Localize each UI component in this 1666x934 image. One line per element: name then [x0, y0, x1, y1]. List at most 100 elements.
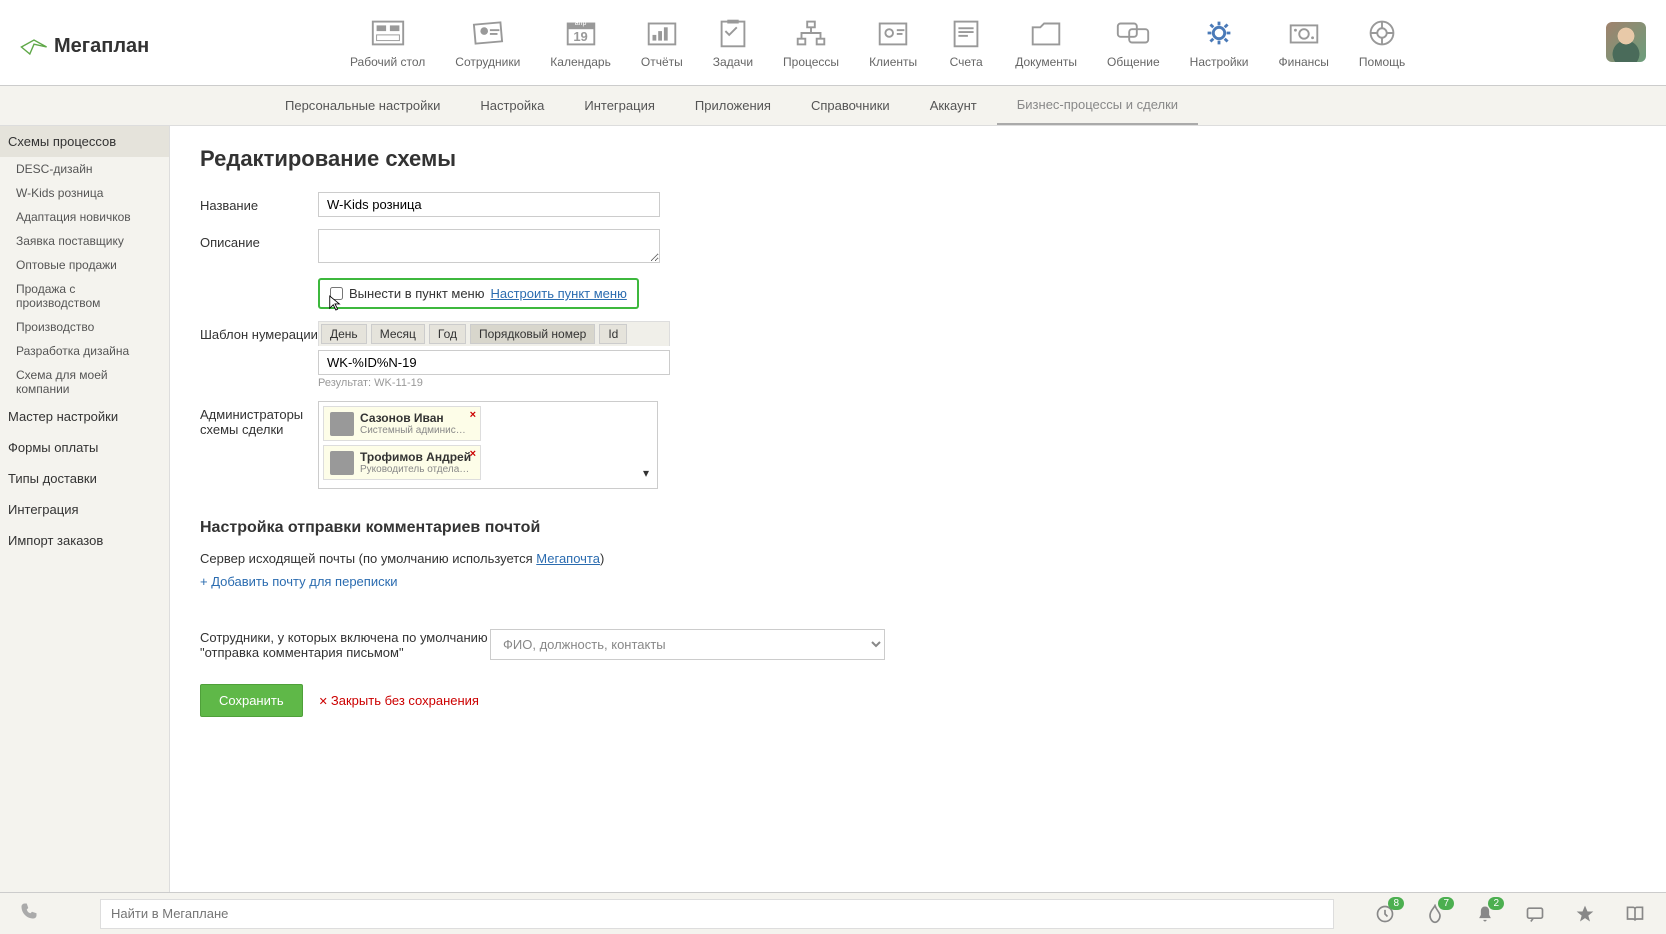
- side-sub-design[interactable]: Разработка дизайна: [0, 339, 169, 363]
- side-sub-supplier[interactable]: Заявка поставщику: [0, 229, 169, 253]
- main: Схемы процессов DESC-дизайн W-Kids розни…: [0, 126, 1666, 892]
- tag-id[interactable]: Id: [599, 324, 627, 344]
- bell-icon[interactable]: 2: [1474, 903, 1496, 925]
- emp-label: Сотрудники, у которых включена по умолча…: [200, 630, 490, 660]
- nav-tasks[interactable]: Задачи: [713, 17, 753, 77]
- num-input[interactable]: [318, 350, 670, 375]
- emp-select[interactable]: ФИО, должность, контакты: [490, 629, 885, 660]
- nav-label: Счета: [950, 55, 983, 69]
- name-input[interactable]: [318, 192, 660, 217]
- save-button[interactable]: Сохранить: [200, 684, 303, 717]
- chevron-down-icon[interactable]: ▾: [643, 466, 649, 480]
- nav-reports[interactable]: Отчёты: [641, 17, 683, 77]
- gear-icon: [1200, 17, 1238, 49]
- subnav-config[interactable]: Настройка: [460, 86, 564, 125]
- side-sub-adapt[interactable]: Адаптация новичков: [0, 205, 169, 229]
- subnav-integration[interactable]: Интеграция: [564, 86, 675, 125]
- admin-role: Руководитель отдела пр...: [360, 464, 470, 475]
- employees-icon: [469, 17, 507, 49]
- side-payforms[interactable]: Формы оплаты: [0, 432, 169, 463]
- logo-icon: [20, 37, 48, 57]
- subnav: Персональные настройки Настройка Интегра…: [0, 86, 1666, 126]
- user-avatar[interactable]: [1606, 22, 1646, 62]
- star-icon[interactable]: [1574, 903, 1596, 925]
- admin-name: Трофимов Андрей: [360, 450, 471, 464]
- documents-icon: [1027, 17, 1065, 49]
- clients-icon: [874, 17, 912, 49]
- content: Редактирование схемы Название Описание В…: [170, 126, 1666, 892]
- side-master[interactable]: Мастер настройки: [0, 401, 169, 432]
- nav-label: Общение: [1107, 55, 1160, 69]
- subnav-account[interactable]: Аккаунт: [910, 86, 997, 125]
- side-sub-desc[interactable]: DESC-дизайн: [0, 157, 169, 181]
- fire-icon[interactable]: 7: [1424, 903, 1446, 925]
- search-input[interactable]: [111, 906, 1323, 921]
- tag-year[interactable]: Год: [429, 324, 466, 344]
- dashboard-icon: [369, 17, 407, 49]
- avatar: [330, 412, 354, 436]
- nav-label: Отчёты: [641, 55, 683, 69]
- desc-input[interactable]: [318, 229, 660, 263]
- nav-calendar[interactable]: апр19Календарь: [550, 17, 611, 77]
- side-sub-wkids[interactable]: W-Kids розница: [0, 181, 169, 205]
- nav-processes[interactable]: Процессы: [783, 17, 839, 77]
- remove-icon[interactable]: ×: [470, 409, 476, 421]
- remove-icon[interactable]: ×: [470, 448, 476, 460]
- menu-config-link[interactable]: Настроить пункт меню: [490, 286, 626, 301]
- nav-settings[interactable]: Настройки: [1190, 17, 1249, 77]
- side-delivery[interactable]: Типы доставки: [0, 463, 169, 494]
- nav-help[interactable]: Помощь: [1359, 17, 1405, 77]
- nav-label: Документы: [1015, 55, 1077, 69]
- bottombar-icons: 8 7 2: [1374, 903, 1646, 925]
- search-area[interactable]: [100, 899, 1334, 929]
- menu-checkbox[interactable]: [330, 287, 343, 300]
- side-sub-company[interactable]: Схема для моей компании: [0, 363, 169, 401]
- nav-label: Календарь: [550, 55, 611, 69]
- side-sub-salesprod[interactable]: Продажа с производством: [0, 277, 169, 315]
- side-schemes[interactable]: Схемы процессов: [0, 126, 169, 157]
- admin-card: Трофимов Андрей Руководитель отдела пр..…: [323, 445, 481, 480]
- subnav-bpdeals[interactable]: Бизнес-процессы и сделки: [997, 86, 1198, 125]
- admins-box[interactable]: Сазонов Иван Системный администратор × Т…: [318, 401, 658, 489]
- chat-icon: [1114, 17, 1152, 49]
- nav-label: Задачи: [713, 55, 753, 69]
- message-icon[interactable]: [1524, 903, 1546, 925]
- help-icon: [1363, 17, 1401, 49]
- nav-invoices[interactable]: Счета: [947, 17, 985, 77]
- nav-employees[interactable]: Сотрудники: [455, 17, 520, 77]
- tag-seq[interactable]: Порядковый номер: [470, 324, 595, 344]
- label-numbering: Шаблон нумерации: [200, 321, 318, 342]
- side-sub-prod[interactable]: Производство: [0, 315, 169, 339]
- tag-day[interactable]: День: [321, 324, 367, 344]
- megapochta-link[interactable]: Мегапочта: [536, 551, 600, 566]
- subnav-dicts[interactable]: Справочники: [791, 86, 910, 125]
- nav-label: Финансы: [1279, 55, 1329, 69]
- num-tags: День Месяц Год Порядковый номер Id: [318, 321, 670, 346]
- label-desc: Описание: [200, 229, 318, 250]
- processes-icon: [792, 17, 830, 49]
- tag-month[interactable]: Месяц: [371, 324, 425, 344]
- nav-finance[interactable]: Финансы: [1279, 17, 1329, 77]
- clock-icon[interactable]: 8: [1374, 903, 1396, 925]
- label-name: Название: [200, 192, 318, 213]
- badge: 7: [1438, 897, 1454, 910]
- subnav-personal[interactable]: Персональные настройки: [265, 86, 460, 125]
- cancel-link[interactable]: Закрыть без сохранения: [319, 693, 479, 708]
- nav-documents[interactable]: Документы: [1015, 17, 1077, 77]
- subnav-apps[interactable]: Приложения: [675, 86, 791, 125]
- mail-section-title: Настройка отправки комментариев почтой: [200, 519, 1636, 537]
- side-integr[interactable]: Интеграция: [0, 494, 169, 525]
- book-icon[interactable]: [1624, 903, 1646, 925]
- badge: 2: [1488, 897, 1504, 910]
- side-import[interactable]: Импорт заказов: [0, 525, 169, 556]
- nav-clients[interactable]: Клиенты: [869, 17, 917, 77]
- side-sub-wholesale[interactable]: Оптовые продажи: [0, 253, 169, 277]
- nav-chat[interactable]: Общение: [1107, 17, 1160, 77]
- nav-label: Сотрудники: [455, 55, 520, 69]
- nav-label: Настройки: [1190, 55, 1249, 69]
- reports-icon: [643, 17, 681, 49]
- admin-name: Сазонов Иван: [360, 411, 470, 425]
- add-mail-link[interactable]: + Добавить почту для переписки: [200, 574, 398, 589]
- nav-desktop[interactable]: Рабочий стол: [350, 17, 425, 77]
- phone-icon[interactable]: [20, 902, 80, 925]
